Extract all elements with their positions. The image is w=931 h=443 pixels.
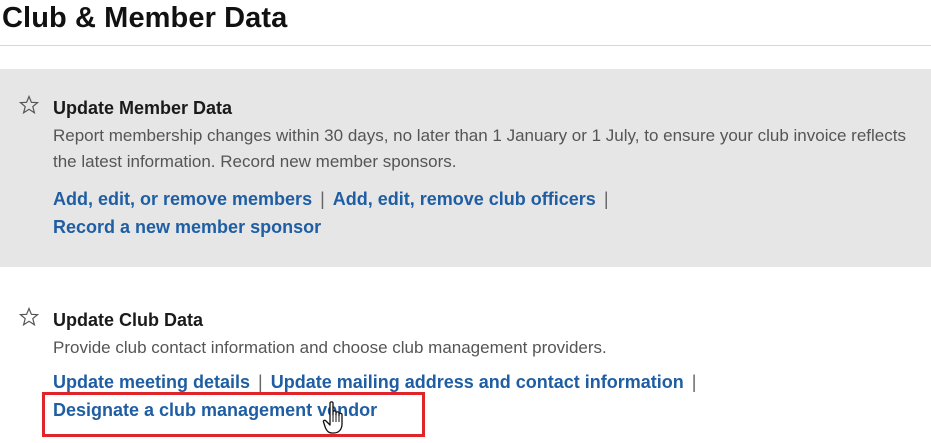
- link-separator: |: [258, 372, 263, 392]
- hand-pointer-icon: [322, 401, 343, 434]
- add-edit-remove-members-link[interactable]: Add, edit, or remove members: [53, 189, 312, 209]
- section-description: Provide club contact information and cho…: [53, 338, 607, 357]
- add-edit-remove-officers-link[interactable]: Add, edit, remove club officers: [333, 189, 596, 209]
- link-separator: |: [603, 189, 609, 209]
- record-member-sponsor-link[interactable]: Record a new member sponsor: [53, 217, 321, 237]
- star-outline-icon[interactable]: [19, 95, 39, 115]
- section-description: Report membership changes within 30 days…: [53, 126, 906, 171]
- section-links: Add, edit, or remove members | Add, edit, …: [53, 185, 617, 241]
- section-title: Update Member Data: [53, 98, 233, 118]
- page-title: Club & Member Data: [2, 2, 288, 34]
- update-meeting-details-link[interactable]: Update meeting details: [53, 372, 250, 392]
- link-separator: |: [691, 372, 697, 392]
- highlight-box: [42, 392, 425, 437]
- star-outline-icon[interactable]: [19, 307, 39, 327]
- update-mailing-address-link[interactable]: Update mailing address and contact infor…: [271, 372, 684, 392]
- title-divider: [0, 45, 931, 46]
- section-title: Update Club Data: [53, 310, 204, 330]
- link-separator: |: [320, 189, 325, 209]
